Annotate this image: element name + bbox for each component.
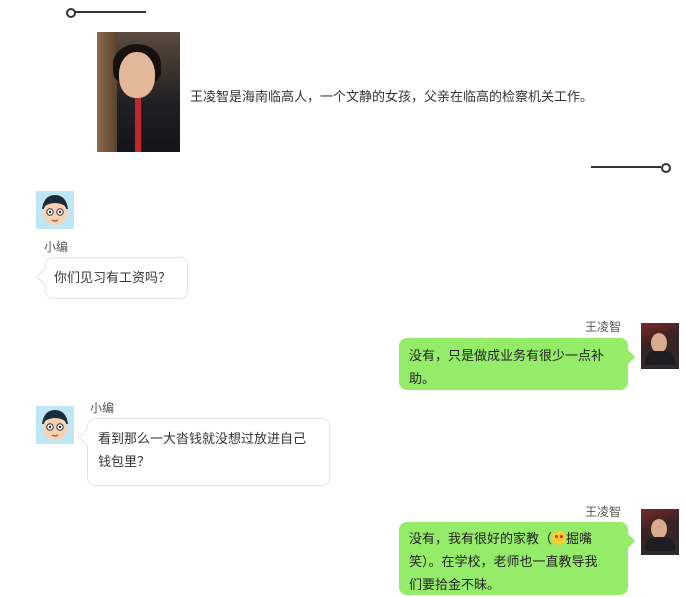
avatar-wang[interactable] (641, 323, 679, 369)
message-text-line: 没有，我有很好的家教（ 掘嘴 (409, 528, 628, 551)
intro-photo (97, 32, 180, 152)
message-text: 你们见习有工资吗？ (54, 271, 172, 286)
decor-line-bottom (591, 166, 661, 168)
message-text-line: 看到那么一大沓钱就没想过放进自己 (98, 432, 307, 447)
message-bubble: 没有，我有很好的家教（ 掘嘴 笑）。在学校，老师也一直教导我 们要拾金不昧。 (399, 522, 628, 595)
message-bubble: 没有，只是做成业务有很少一点补 助。 (399, 338, 628, 390)
message-text-part: 掘嘴 (566, 532, 593, 547)
message-text-line: 没有，只是做成业务有很少一点补 (409, 349, 605, 364)
decor-dot-top (66, 8, 76, 18)
intro-text: 王凌智是海南临高人，一个文静的女孩，父亲在临高的检察机关工作。 (190, 90, 594, 105)
message-text-line: 助。 (409, 372, 436, 387)
sender-name: 小编 (44, 240, 69, 254)
message-text-line: 笑）。在学校，老师也一直教导我 (409, 555, 598, 570)
decor-line-top (74, 11, 146, 13)
message-text-part: 没有，我有很好的家教（ (409, 532, 553, 547)
heart-eyes-emoji-icon (552, 531, 567, 545)
decor-dot-bottom (661, 163, 671, 173)
avatar-wang[interactable] (641, 509, 679, 555)
sender-name: 王凌智 (585, 505, 622, 519)
message-bubble: 你们见习有工资吗？ (45, 257, 188, 299)
message-text-line: 们要拾金不昧。 (409, 578, 501, 593)
message-text-line: 钱包里？ (98, 455, 151, 470)
message-bubble: 看到那么一大沓钱就没想过放进自己 钱包里？ (87, 418, 330, 486)
avatar-editor[interactable] (36, 191, 74, 229)
avatar-editor[interactable] (36, 406, 74, 444)
sender-name: 小编 (90, 401, 115, 415)
sender-name: 王凌智 (585, 320, 622, 334)
